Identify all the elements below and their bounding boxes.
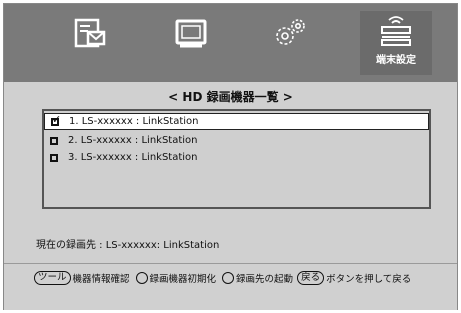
device-listbox[interactable]: ✓ 1. LS-xxxxxx : LinkStation 2. LS-xxxxx… (42, 109, 431, 209)
tab-settings[interactable] (260, 14, 320, 74)
back-key-badge: 戻る (297, 271, 325, 285)
initialize-action-label: 録画機器初期化 (149, 274, 217, 285)
tab-screen[interactable] (161, 14, 221, 74)
button-guide: ツール 機器情報確認 録画機器初期化 録画先の起動 戻る ボタンを押して戻る (4, 263, 457, 310)
tool-action-label: 機器情報確認 (72, 274, 130, 285)
tab-device-settings-label: 端末設定 (376, 55, 416, 66)
list-item[interactable]: 2. LS-xxxxxx : LinkStation (44, 132, 429, 149)
gear-icon (276, 19, 305, 45)
screen-icon (175, 19, 207, 48)
current-recording-destination: 現在の録画先 : LS-xxxxxx: LinkStation (36, 240, 220, 251)
tab-device-settings[interactable]: 端末設定 (360, 11, 432, 75)
settings-window: 端末設定 < HD 録画機器一覧 > ✓ 1. LS-xxxxxx : Link… (3, 3, 458, 310)
page-title: < HD 録画機器一覧 > (168, 90, 293, 104)
tab-status[interactable] (59, 14, 119, 74)
checkbox-unchecked[interactable] (50, 136, 58, 145)
status-icon (74, 18, 106, 48)
launch-action-label: 録画先の起動 (236, 274, 294, 285)
list-item[interactable]: ✓ 1. LS-xxxxxx : LinkStation (44, 113, 429, 130)
circle-button-icon (222, 272, 235, 284)
device-label: 3. LS-xxxxxx : LinkStation (68, 152, 198, 163)
checkbox-unchecked[interactable] (50, 153, 58, 162)
device-list-panel: < HD 録画機器一覧 > ✓ 1. LS-xxxxxx : LinkStati… (4, 82, 457, 263)
device-label: 1. LS-xxxxxx : LinkStation (69, 116, 199, 127)
back-action-label: ボタンを押して戻る (326, 274, 412, 285)
checkbox-checked[interactable]: ✓ (51, 114, 61, 126)
check-icon: ✓ (52, 112, 62, 126)
menu-tab-bar: 端末設定 (4, 4, 457, 82)
list-item[interactable]: 3. LS-xxxxxx : LinkStation (44, 149, 429, 166)
circle-button-icon (135, 272, 148, 284)
tool-key-badge: ツール (34, 271, 71, 285)
device-label: 2. LS-xxxxxx : LinkStation (68, 135, 198, 146)
network-device-icon (381, 16, 411, 46)
